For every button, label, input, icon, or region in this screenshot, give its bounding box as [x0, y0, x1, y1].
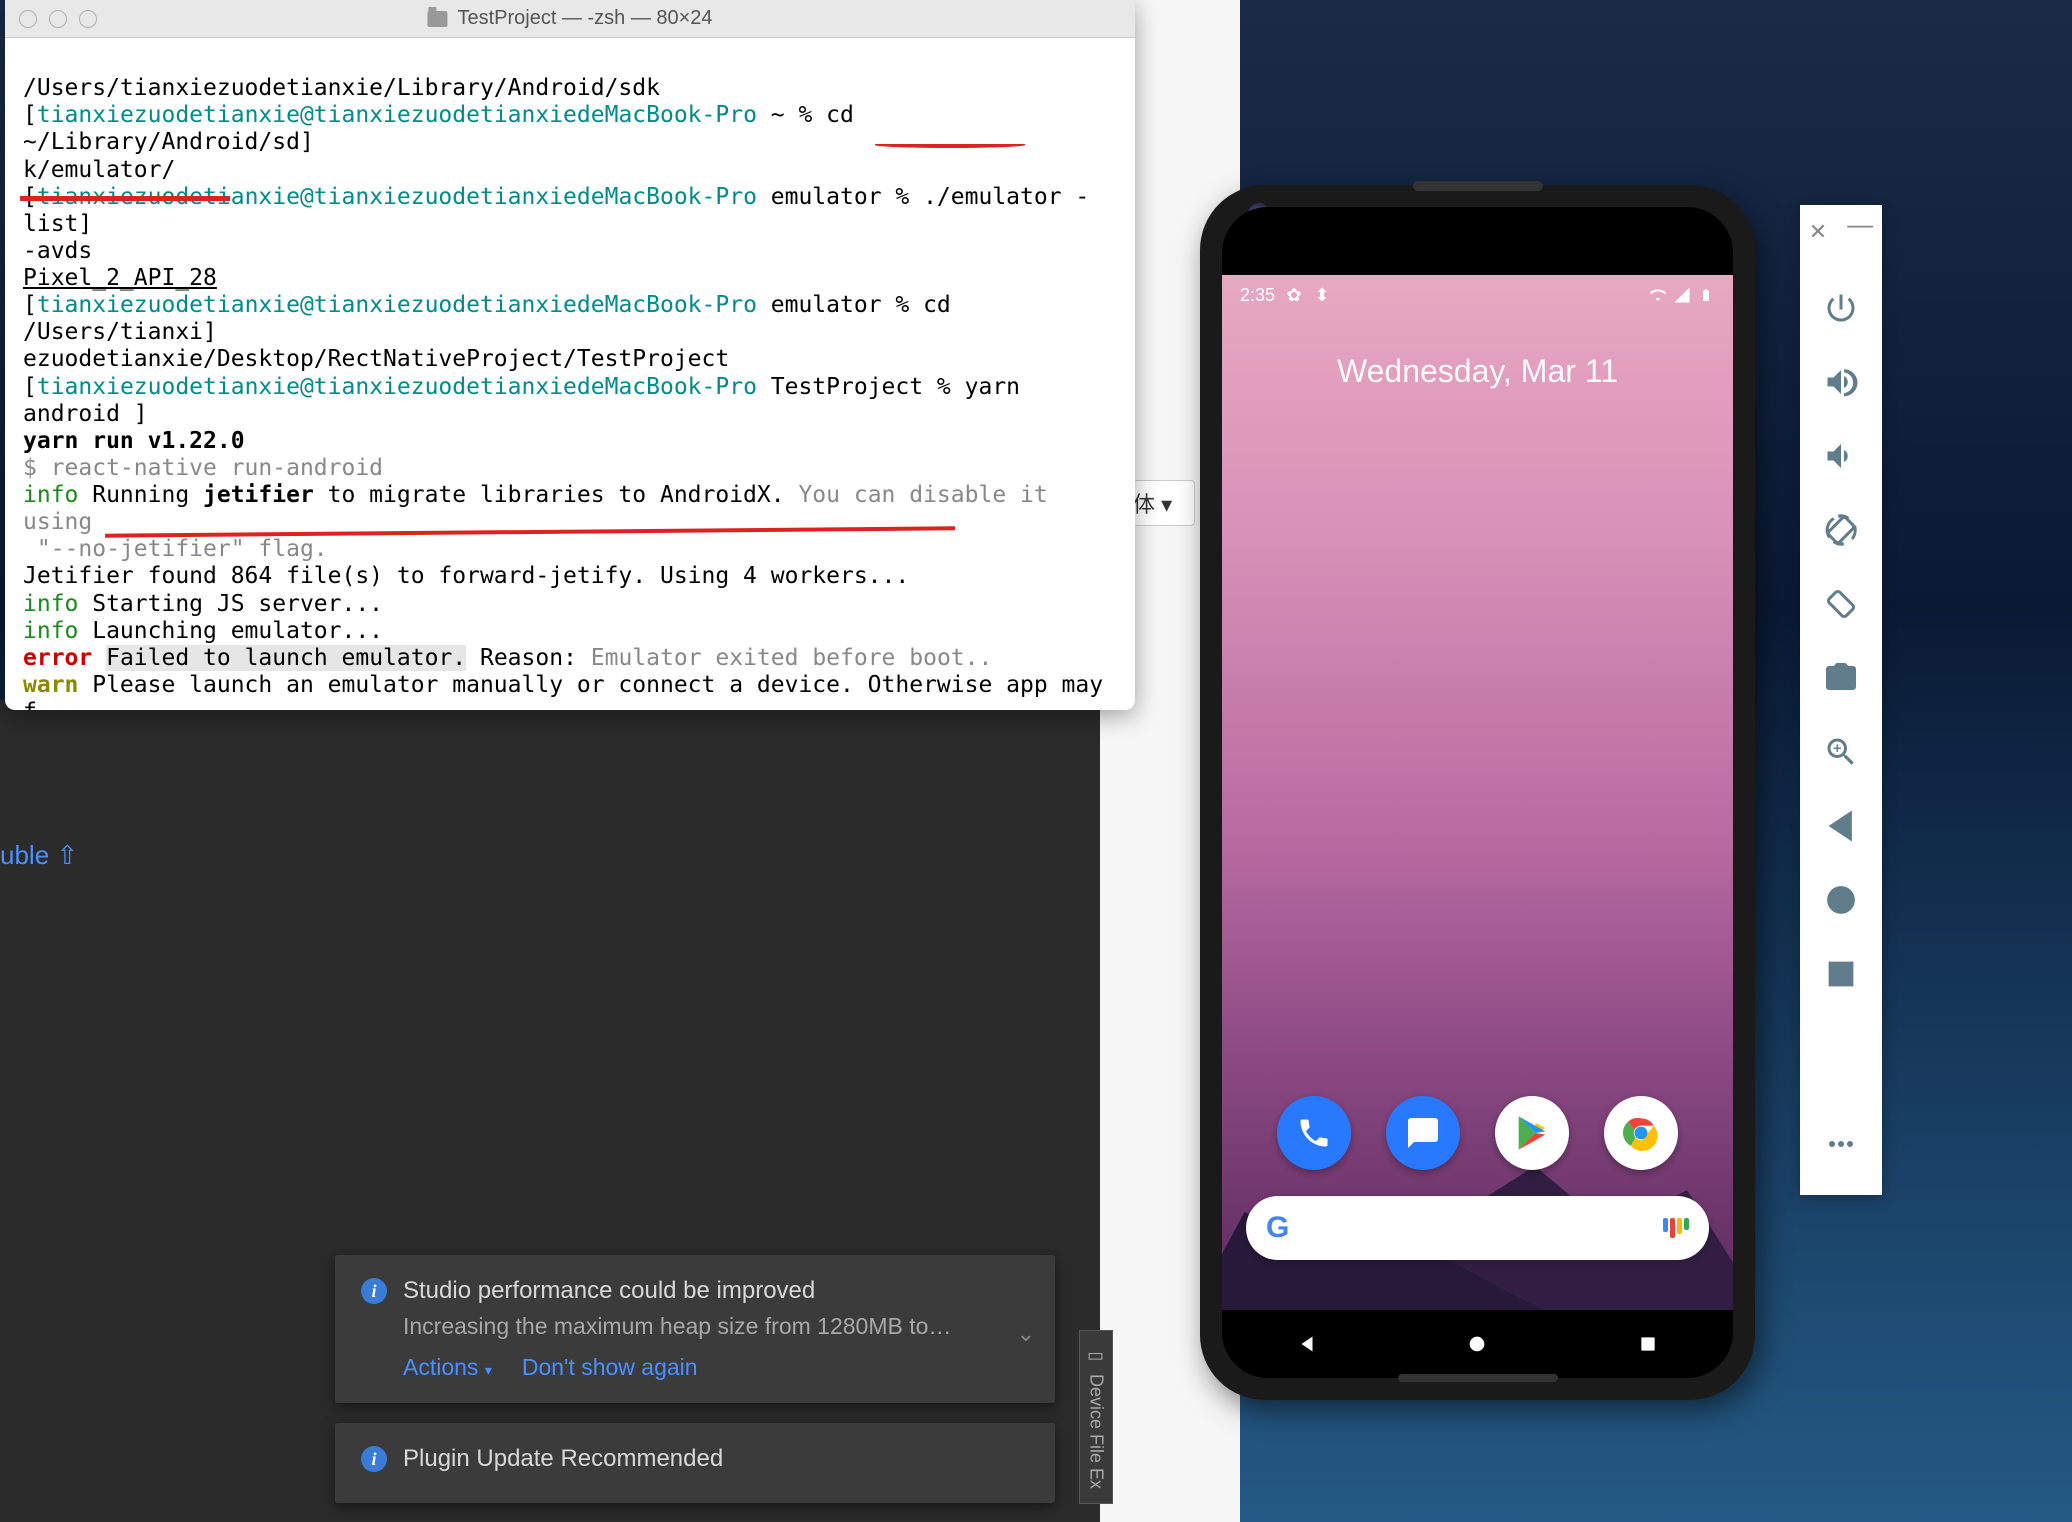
info-icon: i — [361, 1446, 387, 1472]
emulator-overview-button[interactable] — [1818, 951, 1864, 997]
battery-icon — [1697, 286, 1715, 304]
info-icon: i — [361, 1278, 387, 1304]
partial-link[interactable]: uble ⇧ — [0, 840, 78, 871]
emulator-home-button[interactable] — [1818, 877, 1864, 923]
terminal-title: TestProject — -zsh — 80×24 — [427, 7, 712, 30]
terminal-titlebar[interactable]: TestProject — -zsh — 80×24 — [5, 0, 1135, 38]
phone-app-icon[interactable] — [1277, 1096, 1351, 1170]
wifi-icon — [1649, 286, 1667, 304]
actions-dropdown[interactable]: Actions ▾ — [403, 1354, 492, 1381]
google-search-bar[interactable]: G — [1246, 1196, 1709, 1260]
notification-stack: i Studio performance could be improved I… — [335, 1255, 1055, 1503]
chevron-down-icon[interactable]: ⌄ — [1017, 1321, 1035, 1347]
power-button[interactable] — [1818, 285, 1864, 331]
emulator-toolbar: ✕ — — [1800, 205, 1882, 1195]
notification-body: Increasing the maximum heap size from 12… — [403, 1313, 1029, 1340]
speaker-icon — [1413, 181, 1543, 191]
gear-icon: ✿ — [1285, 286, 1303, 304]
traffic-lights[interactable] — [19, 10, 97, 28]
home-button[interactable] — [1461, 1328, 1493, 1360]
notification-plugin-update[interactable]: i Plugin Update Recommended — [335, 1423, 1055, 1503]
android-nav-bar — [1222, 1310, 1733, 1378]
rotate-left-button[interactable] — [1818, 507, 1864, 553]
terminal-window: TestProject — -zsh — 80×24 /Users/tianxi… — [5, 0, 1135, 710]
usb-icon: ⬍ — [1313, 286, 1331, 304]
notification-title: Plugin Update Recommended — [403, 1445, 723, 1473]
annotation-underline — [875, 142, 1025, 148]
dont-show-again-link[interactable]: Don't show again — [522, 1354, 698, 1381]
annotation-underline — [20, 196, 230, 201]
avd-name: Pixel_2_API_28 — [23, 265, 217, 291]
phone-icon: ▭ — [1085, 1345, 1107, 1366]
volume-up-button[interactable] — [1818, 359, 1864, 405]
notification-performance[interactable]: i Studio performance could be improved I… — [335, 1255, 1055, 1403]
volume-down-button[interactable] — [1818, 433, 1864, 479]
chrome-app-icon[interactable] — [1604, 1096, 1678, 1170]
minimize-emulator-button[interactable]: — — [1847, 219, 1873, 245]
play-store-icon[interactable] — [1495, 1096, 1569, 1170]
zoom-button[interactable] — [1818, 729, 1864, 775]
status-time: 2:35 — [1240, 285, 1275, 306]
overview-button[interactable] — [1632, 1328, 1664, 1360]
bottom-speaker-icon — [1398, 1374, 1558, 1382]
home-date[interactable]: Wednesday, Mar 11 — [1222, 353, 1733, 390]
back-button[interactable] — [1291, 1328, 1323, 1360]
notification-title: Studio performance could be improved — [403, 1277, 815, 1305]
device-file-explorer-tab[interactable]: ▭ Device File Ex — [1079, 1330, 1113, 1504]
app-dock — [1222, 1096, 1733, 1170]
more-options-button[interactable] — [1818, 1121, 1864, 1167]
messages-app-icon[interactable] — [1386, 1096, 1460, 1170]
term-line: /Users/tianxiezuodetianxie/Library/Andro… — [23, 75, 660, 101]
emulator-back-button[interactable] — [1818, 803, 1864, 849]
close-emulator-button[interactable]: ✕ — [1809, 219, 1827, 245]
assistant-icon[interactable] — [1663, 1218, 1689, 1238]
folder-icon — [427, 11, 447, 27]
status-bar[interactable]: 2:35 ✿ ⬍ — [1222, 275, 1733, 315]
android-emulator-frame: 2:35 ✿ ⬍ Wednesday, Mar 11 — [1200, 185, 1755, 1400]
minimize-window-button[interactable] — [49, 10, 67, 28]
google-logo-icon: G — [1266, 1211, 1289, 1245]
screenshot-button[interactable] — [1818, 655, 1864, 701]
phone-inner: 2:35 ✿ ⬍ Wednesday, Mar 11 — [1222, 207, 1733, 1378]
rotate-right-button[interactable] — [1818, 581, 1864, 627]
terminal-title-text: TestProject — -zsh — 80×24 — [457, 7, 712, 30]
close-window-button[interactable] — [19, 10, 37, 28]
terminal-body[interactable]: /Users/tianxiezuodetianxie/Library/Andro… — [5, 38, 1135, 710]
phone-screen[interactable]: 2:35 ✿ ⬍ Wednesday, Mar 11 — [1222, 275, 1733, 1310]
zoom-window-button[interactable] — [79, 10, 97, 28]
signal-icon — [1673, 286, 1691, 304]
